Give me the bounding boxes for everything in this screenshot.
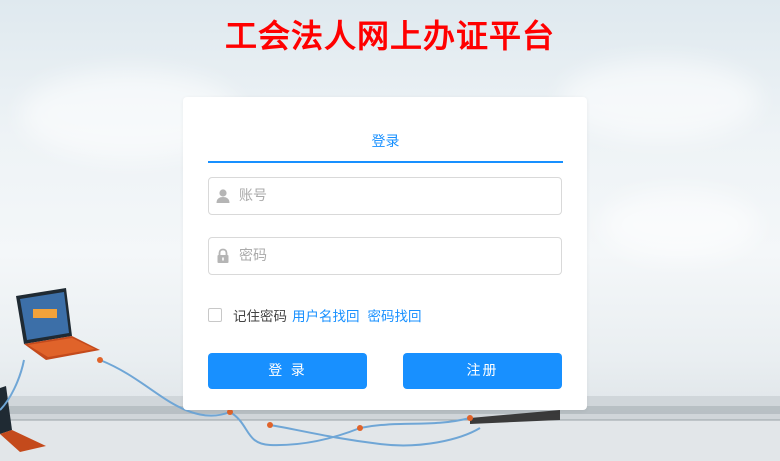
- find-password-link[interactable]: 密码找回: [368, 305, 422, 325]
- password-input[interactable]: [239, 238, 549, 274]
- floor: [0, 420, 780, 461]
- tab-login[interactable]: 登录: [208, 127, 563, 163]
- cable-node: [267, 422, 273, 428]
- login-card: 登录 记住密码 用户名找回: [183, 97, 587, 410]
- register-button[interactable]: 注册: [403, 353, 562, 389]
- remember-password-checkbox[interactable]: [208, 308, 222, 322]
- user-icon: [215, 188, 231, 204]
- cable-node: [467, 415, 473, 421]
- login-button[interactable]: 登 录: [208, 353, 367, 389]
- cable-node: [97, 357, 103, 363]
- page-title: 工会法人网上办证平台: [224, 17, 555, 55]
- page: 工会法人网上办证平台 登录 记住密: [0, 0, 780, 461]
- find-username-link[interactable]: 用户名找回: [292, 305, 360, 325]
- cable-node: [357, 425, 363, 431]
- account-input[interactable]: [239, 178, 549, 214]
- laptop-illustration: [16, 288, 100, 360]
- remember-password-label: 记住密码: [233, 309, 287, 325]
- lock-icon: [215, 248, 231, 264]
- account-field: [208, 177, 562, 215]
- remember-row: 记住密码 用户名找回 密码找回: [208, 305, 430, 325]
- password-field: [208, 237, 562, 275]
